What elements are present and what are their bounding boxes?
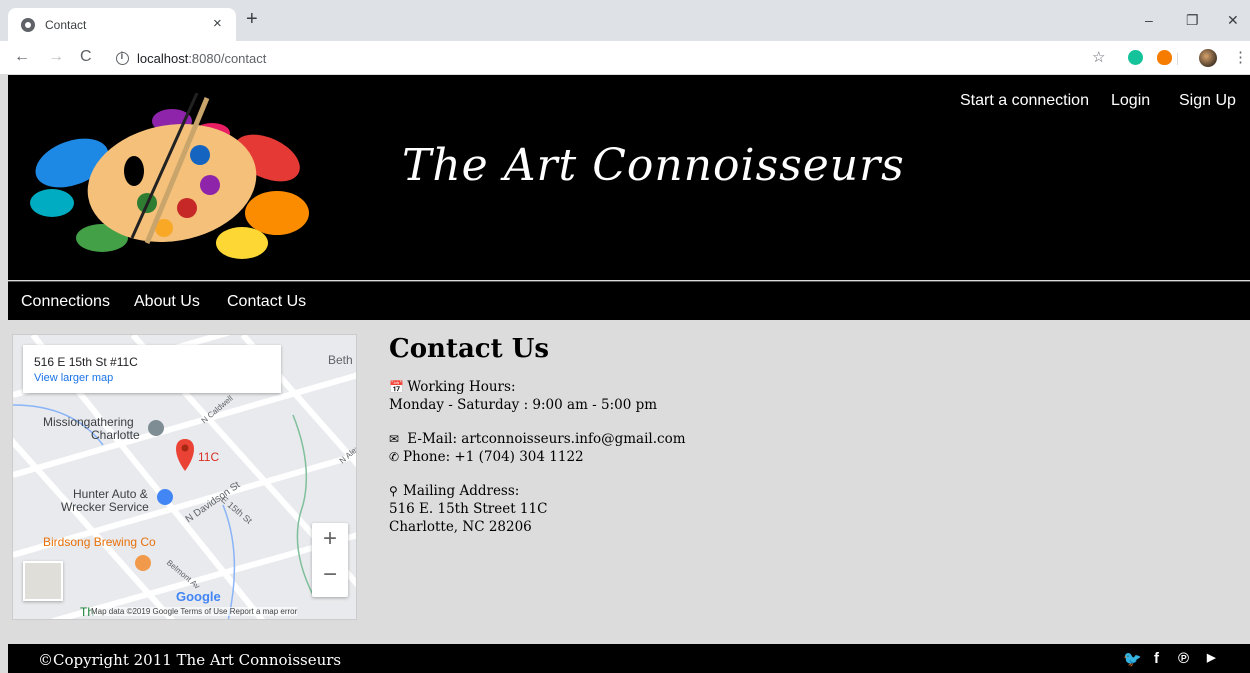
forward-button[interactable]: → bbox=[48, 49, 64, 65]
youtube-icon[interactable]: ▶ bbox=[1207, 651, 1215, 664]
zoom-in-button[interactable]: + bbox=[312, 525, 348, 553]
twitter-icon[interactable]: 🐦 bbox=[1123, 650, 1142, 668]
nav-login[interactable]: Login bbox=[1111, 92, 1150, 110]
address-line-2: Charlotte, NC 28206 bbox=[389, 519, 532, 535]
phone-text: Phone: +1 (704) 304 1122 bbox=[403, 449, 584, 465]
page-title: Contact Us bbox=[389, 334, 549, 364]
map-zoom-control: + − bbox=[312, 523, 348, 597]
fire-extension-icon[interactable] bbox=[1157, 50, 1172, 65]
browser-menu-icon[interactable]: ⋮ bbox=[1233, 48, 1248, 66]
google-logo: Google bbox=[176, 589, 221, 604]
zoom-out-button[interactable]: − bbox=[312, 561, 348, 589]
toolbar-divider bbox=[1177, 53, 1178, 65]
map-label: Charlotte bbox=[91, 428, 140, 442]
site-header: The Art Connoisseurs Start a connection … bbox=[8, 75, 1250, 280]
browser-tab[interactable]: Contact × bbox=[8, 8, 236, 41]
minimize-button[interactable]: – bbox=[1145, 12, 1153, 28]
close-window-button[interactable]: ✕ bbox=[1227, 12, 1239, 29]
pinterest-icon[interactable]: ℗ bbox=[1178, 650, 1189, 667]
tab-title: Contact bbox=[45, 18, 87, 32]
map-label: Birdsong Brewing Co bbox=[43, 535, 156, 549]
envelope-icon: ✉ bbox=[389, 432, 400, 446]
map-label: Beth bbox=[328, 353, 353, 367]
street-view-pegman[interactable] bbox=[23, 561, 63, 601]
map-address: 516 E 15th St #11C bbox=[34, 355, 138, 369]
address-bar: ← → C localhost:8080/contact ☆ ⋮ bbox=[0, 41, 1250, 75]
copyright-text: ©Copyright 2011 The Art Connoisseurs bbox=[38, 651, 342, 669]
new-tab-button[interactable]: + bbox=[246, 9, 258, 29]
tab-close-icon[interactable]: × bbox=[213, 15, 222, 32]
nav-contact-us[interactable]: Contact Us bbox=[227, 293, 306, 311]
map-label: Hunter Auto & bbox=[73, 487, 148, 501]
contact-section: Contact Us 📅 Working Hours: Monday - Sat… bbox=[389, 334, 989, 536]
back-button[interactable]: ← bbox=[14, 49, 30, 65]
grammarly-extension-icon[interactable] bbox=[1128, 50, 1143, 65]
working-hours-label: Working Hours: bbox=[407, 379, 516, 395]
nav-about-us[interactable]: About Us bbox=[134, 293, 200, 311]
url-field[interactable]: localhost:8080/contact bbox=[137, 51, 266, 66]
email-text: E-Mail: artconnoisseurs.info@gmail.com bbox=[407, 431, 686, 447]
bookmark-star-icon[interactable]: ☆ bbox=[1092, 48, 1107, 66]
site-info-icon[interactable] bbox=[116, 51, 129, 65]
map-place-card: 516 E 15th St #11C View larger map bbox=[23, 345, 281, 393]
phone-icon: ✆ bbox=[389, 450, 400, 464]
embedded-map[interactable]: 516 E 15th St #11C View larger map Beth … bbox=[12, 334, 357, 620]
globe-icon bbox=[21, 18, 35, 32]
site-footer: ©Copyright 2011 The Art Connoisseurs 🐦 f… bbox=[8, 644, 1250, 673]
map-attribution[interactable]: Map data ©2019 Google Terms of Use Repor… bbox=[91, 607, 298, 616]
map-pin-label: 11C bbox=[198, 450, 220, 464]
mailing-address-label: Mailing Address: bbox=[403, 483, 520, 499]
facebook-icon[interactable]: f bbox=[1154, 650, 1159, 667]
browser-tab-bar: Contact × + – ❐ ✕ bbox=[0, 0, 1250, 41]
address-line-1: 516 E. 15th Street 11C bbox=[389, 501, 548, 517]
art-palette-logo bbox=[30, 93, 309, 259]
view-larger-map-link[interactable]: View larger map bbox=[34, 372, 113, 384]
content-area: 516 E 15th St #11C View larger map Beth … bbox=[8, 320, 1250, 644]
nav-start-connection[interactable]: Start a connection bbox=[960, 92, 1089, 110]
working-hours-value: Monday - Saturday : 9:00 am - 5:00 pm bbox=[389, 397, 658, 413]
map-label: Missiongathering bbox=[43, 415, 134, 429]
nav-sign-up[interactable]: Sign Up bbox=[1179, 92, 1236, 110]
reload-button[interactable]: C bbox=[80, 49, 92, 65]
nav-connections[interactable]: Connections bbox=[21, 293, 110, 311]
profile-avatar[interactable] bbox=[1199, 49, 1217, 67]
restore-button[interactable]: ❐ bbox=[1186, 12, 1199, 29]
map-label: Wrecker Service bbox=[61, 500, 149, 514]
site-title: The Art Connoisseurs bbox=[402, 140, 905, 191]
main-nav: Connections About Us Contact Us bbox=[8, 281, 1250, 320]
map-marker-icon: ⚲ bbox=[389, 484, 398, 498]
calendar-icon: 📅 bbox=[389, 380, 404, 394]
